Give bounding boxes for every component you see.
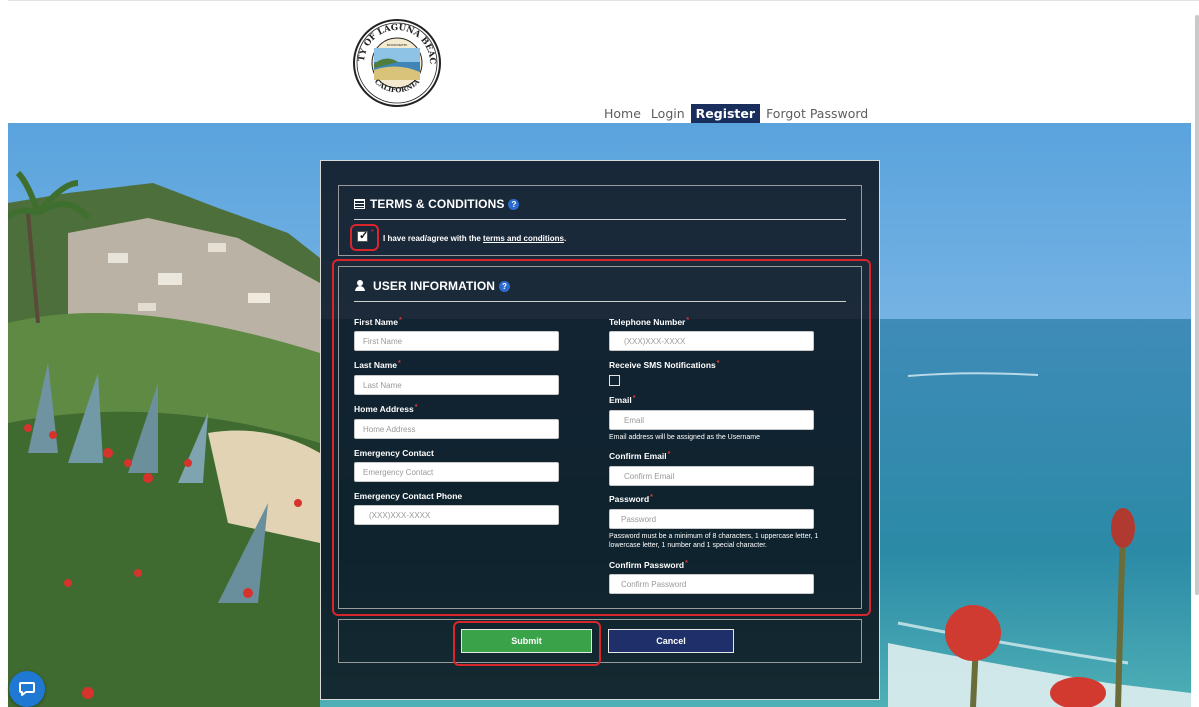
chat-bubble-icon [19, 682, 35, 696]
site-header: CITY OF LAGUNA BEACH CALIFORNIA INCORPOR… [8, 8, 1191, 123]
main-nav: Home Login Register Forgot Password [600, 102, 874, 124]
terms-agree-text: I have read/agree with the terms and con… [383, 234, 566, 243]
nav-register[interactable]: Register [690, 103, 761, 123]
terms-section [338, 185, 862, 256]
page-scrollbar[interactable] [1195, 15, 1199, 595]
list-icon [354, 199, 365, 209]
highlight-submit [453, 621, 601, 666]
highlight-terms-checkbox [350, 224, 379, 251]
terms-title: TERMS & CONDITIONS ? [354, 197, 520, 211]
browser-top-edge [8, 0, 1199, 8]
chat-button[interactable] [9, 671, 45, 707]
terms-divider [354, 219, 846, 220]
nav-login[interactable]: Login [647, 104, 689, 123]
nav-forgot-password[interactable]: Forgot Password [762, 104, 872, 123]
terms-period: . [563, 234, 567, 243]
city-seal-logo[interactable]: CITY OF LAGUNA BEACH CALIFORNIA INCORPOR… [352, 18, 442, 108]
cancel-button[interactable]: Cancel [608, 629, 734, 653]
nav-home[interactable]: Home [600, 104, 645, 123]
terms-link[interactable]: terms and conditions [483, 234, 564, 243]
highlight-user-info [332, 259, 871, 616]
terms-agree-label: I have read/agree with the [383, 234, 484, 243]
seal-inner-text: INCORPORATED [387, 43, 407, 47]
help-icon[interactable]: ? [508, 198, 520, 210]
terms-title-text: TERMS & CONDITIONS [370, 197, 505, 211]
